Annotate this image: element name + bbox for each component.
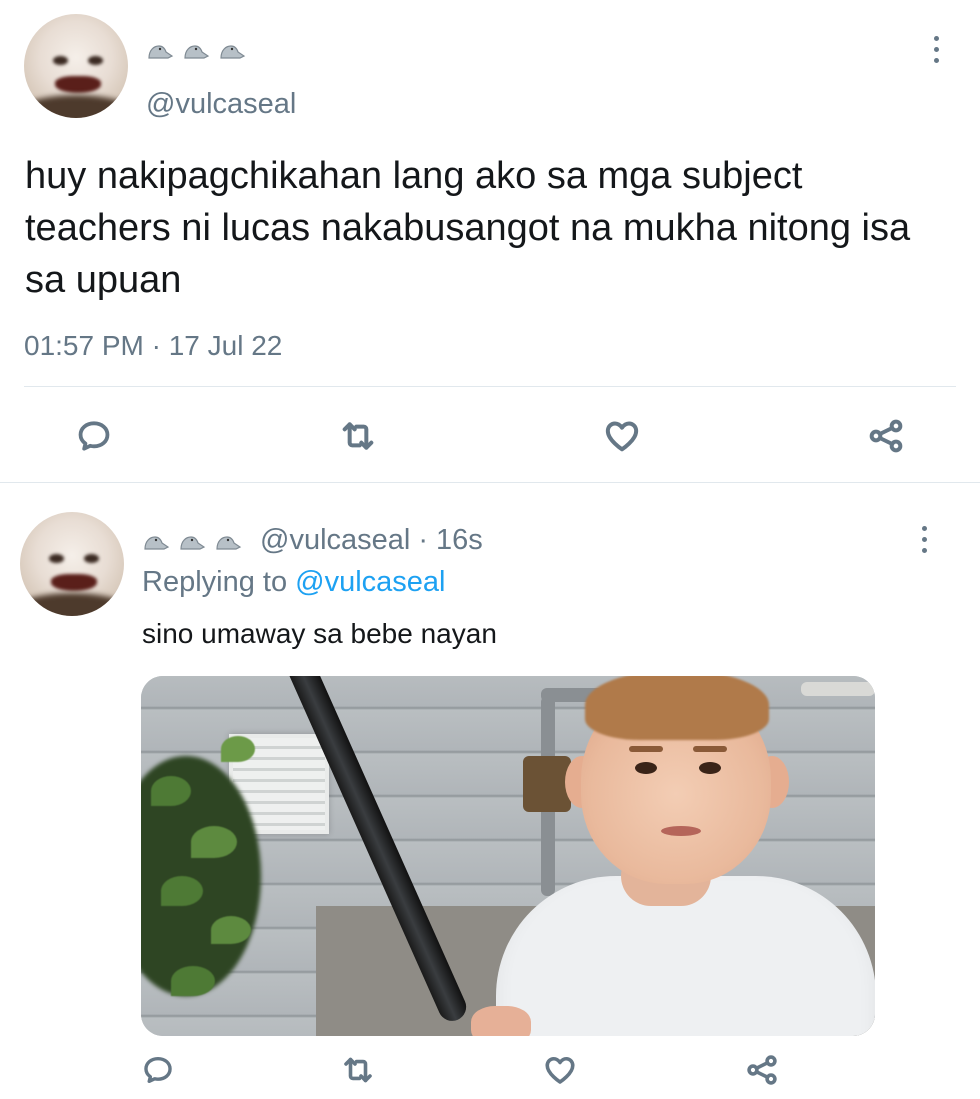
replying-to: Replying to @vulcaseal — [142, 566, 446, 599]
reply-header: @vulcaseal · 16s — [142, 524, 483, 557]
share-icon[interactable] — [864, 414, 908, 458]
reply-more-options-icon[interactable] — [922, 526, 927, 553]
divider — [24, 386, 956, 387]
seal-emoji-icon — [218, 40, 246, 60]
author-display-name[interactable] — [146, 40, 246, 60]
tweet-timestamp[interactable]: 01:57 PM · 17 Jul 22 — [24, 330, 282, 362]
reply-handle[interactable]: @vulcaseal — [260, 524, 410, 557]
reply-retweet-icon[interactable] — [338, 1050, 378, 1090]
reply-icon[interactable] — [72, 414, 116, 458]
tweet-text: huy nakipagchikahan lang ako sa mga subj… — [25, 155, 911, 301]
reply-display-name[interactable] — [142, 531, 242, 551]
replying-mention-link[interactable]: @vulcaseal — [295, 566, 445, 598]
more-options-icon[interactable] — [934, 36, 939, 63]
reply-text: sino umaway sa bebe nayan — [142, 618, 497, 649]
seal-emoji-icon — [214, 531, 242, 551]
replying-prefix: Replying to — [142, 566, 288, 598]
reply-author-avatar[interactable] — [20, 512, 124, 616]
seal-emoji-icon — [142, 531, 170, 551]
reply-age[interactable]: 16s — [436, 524, 483, 557]
author-handle[interactable]: @vulcaseal — [146, 88, 296, 121]
retweet-icon[interactable] — [336, 414, 380, 458]
seal-emoji-icon — [178, 531, 206, 551]
divider — [0, 482, 980, 483]
seal-emoji-icon — [182, 40, 210, 60]
reply-media-image[interactable] — [141, 676, 875, 1036]
reply-reply-icon[interactable] — [138, 1050, 178, 1090]
reply-like-icon[interactable] — [540, 1050, 580, 1090]
meta-separator: · — [418, 524, 429, 556]
like-icon[interactable] — [600, 414, 644, 458]
author-avatar[interactable] — [24, 14, 128, 118]
reply-share-icon[interactable] — [742, 1050, 782, 1090]
seal-emoji-icon — [146, 40, 174, 60]
